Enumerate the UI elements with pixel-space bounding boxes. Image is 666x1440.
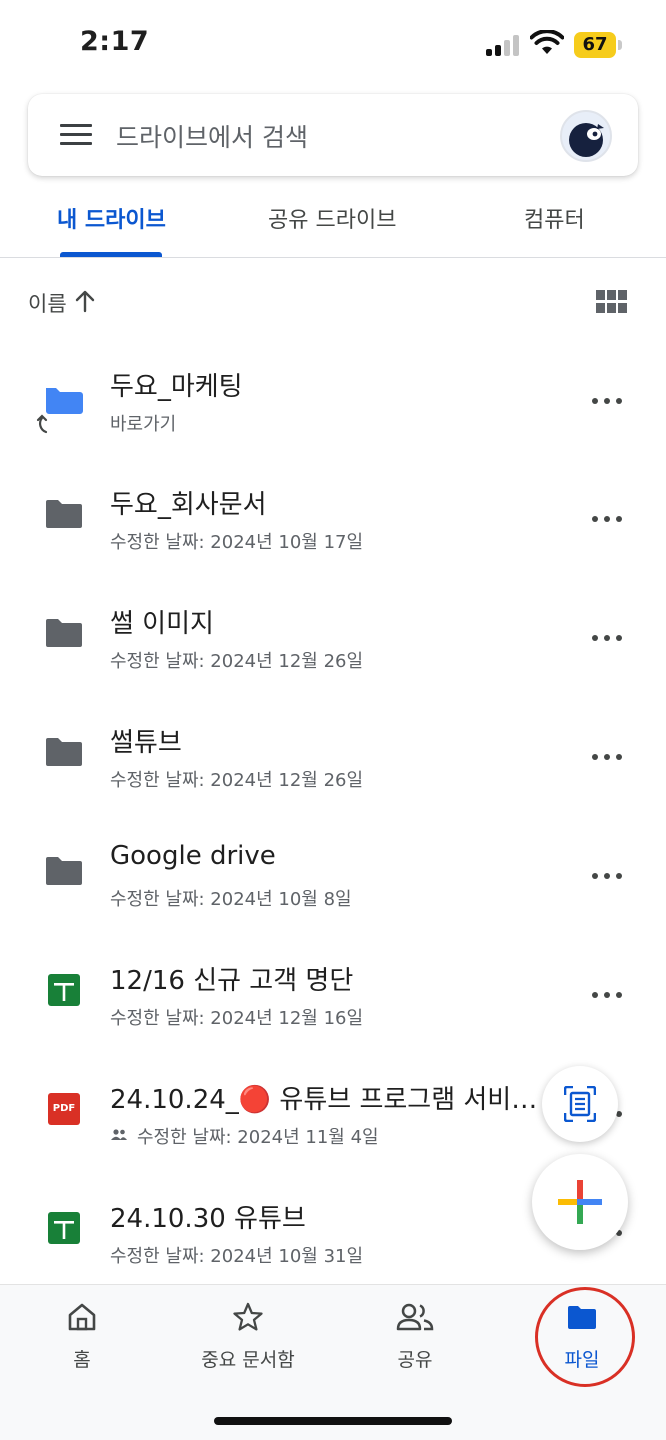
star-icon [233,1302,263,1331]
file-meta: 수정한 날짜: 2024년 12월 16일 [110,1008,364,1029]
shortcut-folder-icon [36,388,83,434]
folder-icon [46,738,82,766]
nav-home[interactable]: 홈 [7,1301,157,1381]
scan-button[interactable] [542,1066,618,1142]
more-options-icon[interactable] [592,754,624,762]
grid-view-icon[interactable] [596,290,628,314]
file-row[interactable]: Google drive 수정한 날짜: 2024년 10월 8일 [0,819,666,937]
file-name: 두요_마케팅 [110,372,243,402]
file-name: 썰 이미지 [110,609,214,639]
battery-indicator: 67 [574,32,622,58]
folder-icon [46,500,82,528]
file-row[interactable]: 두요_회사문서 수정한 날짜: 2024년 10월 17일 [0,462,666,580]
account-avatar[interactable] [560,110,612,162]
file-row[interactable]: 썰튜브 수정한 날짜: 2024년 12월 26일 [0,700,666,818]
new-button[interactable] [532,1154,628,1250]
bottom-navigation: 홈 중요 문서함 공유 파일 [0,1284,666,1440]
highlight-circle [535,1287,635,1387]
home-icon [68,1303,96,1331]
nav-starred-label: 중요 문서함 [201,1349,295,1371]
battery-level: 67 [582,34,608,55]
nav-home-label: 홈 [73,1349,91,1371]
nav-starred[interactable]: 중요 문서함 [173,1301,323,1381]
search-bar[interactable]: 드라이브에서 검색 [28,94,638,176]
more-options-icon[interactable] [592,516,624,524]
file-row[interactable]: 썰 이미지 수정한 날짜: 2024년 12월 26일 [0,581,666,699]
file-name: 24.10.24_🔴 유튜브 프로그램 서비스 기획서 [110,1085,540,1115]
file-meta: 수정한 날짜: 2024년 10월 8일 [110,889,352,910]
sort-row: 이름 [0,280,666,324]
file-row[interactable]: 두요_마케팅 바로가기 [0,344,666,462]
shared-people-icon [111,1129,127,1140]
nav-shared[interactable]: 공유 [340,1301,490,1381]
people-icon [396,1303,434,1331]
file-row[interactable]: 12/16 신규 고객 명단 수정한 날짜: 2024년 12월 16일 [0,938,666,1056]
wifi-icon [530,30,564,54]
more-options-icon[interactable] [592,873,624,881]
file-name: Google drive [110,841,276,871]
file-meta: 수정한 날짜: 2024년 12월 26일 [110,651,364,672]
file-meta: 바로가기 [110,414,177,435]
status-bar: 2:17 67 [0,0,666,90]
file-name: 두요_회사문서 [110,490,267,520]
nav-shared-label: 공유 [397,1349,433,1371]
home-indicator[interactable] [214,1417,452,1425]
tab-shared-drives[interactable]: 공유 드라이브 [268,202,396,234]
file-meta: 수정한 날짜: 2024년 10월 17일 [110,532,364,553]
sort-button[interactable]: 이름 [28,288,67,318]
more-options-icon[interactable] [592,398,624,406]
drive-tabs: 내 드라이브 공유 드라이브 컴퓨터 [0,176,666,258]
file-name: 썰튜브 [110,728,182,758]
file-name: 24.10.30 유튜브 [110,1204,306,1234]
more-options-icon[interactable] [592,635,624,643]
file-meta: 수정한 날짜: 2024년 12월 26일 [110,770,364,791]
cellular-signal-icon [486,34,522,56]
tab-computers[interactable]: 컴퓨터 [524,202,585,234]
pdf-badge: PDF [52,1103,76,1114]
sheets-icon [48,974,80,1006]
status-time: 2:17 [80,26,150,57]
active-tab-indicator [60,252,162,257]
plus-icon [558,1180,602,1224]
folder-icon [46,857,82,885]
folder-icon [46,619,82,647]
arrow-up-icon[interactable] [74,289,96,313]
document-scan-icon [564,1086,596,1122]
more-options-icon[interactable] [592,992,624,1000]
avatar-character-icon [569,123,604,157]
sheets-icon [48,1212,80,1244]
search-input[interactable]: 드라이브에서 검색 [116,118,308,154]
tab-my-drive[interactable]: 내 드라이브 [57,202,166,234]
file-meta: 수정한 날짜: 2024년 10월 31일 [110,1246,364,1267]
hamburger-menu-icon[interactable] [60,124,92,146]
file-name: 12/16 신규 고객 명단 [110,966,354,996]
file-meta: 수정한 날짜: 2024년 11월 4일 [137,1127,379,1148]
